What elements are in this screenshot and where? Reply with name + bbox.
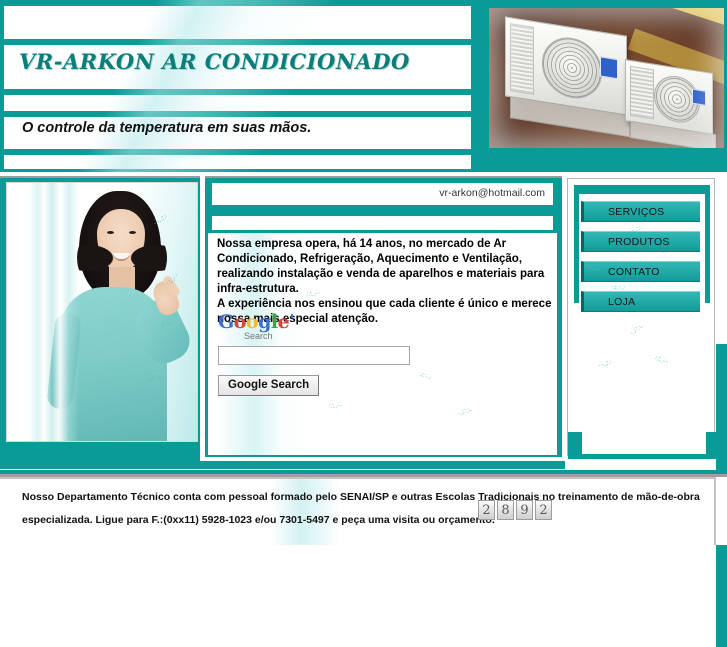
google-logo-l: l: [270, 311, 278, 333]
eye-left: [107, 231, 114, 234]
sparkle-decoration: ∙·˙·∙‥∶∵·: [597, 359, 612, 370]
content-bottom-strip: [0, 461, 565, 469]
google-search-button[interactable]: Google Search: [218, 375, 320, 396]
nav-panel-frame: SERVIÇOS PRODUTOS CONTATO LOJA ∙·˙·∙‥∶∵·…: [567, 178, 718, 459]
sidebar-item-produtos[interactable]: PRODUTOS: [581, 231, 700, 252]
sidebar-item-label: LOJA: [608, 296, 636, 308]
google-logo-o1: o: [233, 311, 247, 333]
google-logo-g2: g: [258, 311, 271, 333]
sidebar-item-label: PRODUTOS: [608, 236, 670, 248]
search-input[interactable]: [218, 346, 410, 365]
center-content-panel: vr-arkon@hotmail.com ∙·˙·∙‥∶∵· ·∵∶‥∙·˙∙·…: [205, 176, 562, 457]
google-logo: Googleˈ: [218, 313, 458, 332]
google-logo-tm: ˈ: [289, 311, 295, 333]
sidebar-item-contato[interactable]: CONTATO: [581, 261, 700, 282]
google-logo-e: e: [277, 311, 290, 333]
sparkle-decoration: ·∵∶‥∙·˙∙·: [653, 355, 669, 366]
about-paragraph-1: Nossa empresa opera, há 14 anos, no merc…: [217, 238, 545, 295]
footer-right-margin: [714, 477, 727, 545]
ac-fins-icon: [630, 65, 654, 120]
nav-frame-left: [574, 185, 579, 303]
banner-stripe-1: [4, 6, 471, 39]
ac-fins-icon: [510, 23, 534, 95]
counter-digit: 9: [516, 500, 533, 520]
sidebar-item-servicos[interactable]: SERVIÇOS: [581, 201, 700, 222]
sparkle-decoration: ∙‥∶·˙∵·∙·: [457, 407, 473, 418]
sidebar-item-loja[interactable]: LOJA: [581, 291, 700, 312]
left-photo-panel: ∙·˙·∙‥∶∵· ·∵∶‥∙·˙∙· ˙·∙∶∵·‥∙ ∙‥∶·˙∵·∙·: [0, 176, 200, 461]
site-banner: VR-ARKON AR CONDICIONADO O controle da t…: [0, 0, 727, 172]
nav-frame-top: [574, 185, 710, 194]
air-conditioner-photo: [489, 8, 724, 148]
footer-text: Nosso Departamento Técnico conta com pes…: [22, 486, 712, 532]
content-band: ∙·˙·∙‥∶∵· ·∵∶‥∙·˙∙· ˙·∙∶∵·‥∙ ∙‥∶·˙∵·∙· v…: [0, 172, 727, 647]
site-tagline: O controle da temperatura em suas mãos.: [22, 120, 312, 136]
visitor-counter: 2 8 9 2: [478, 500, 552, 520]
footer-line-2: especializada. Ligue para F.:(0xx11) 592…: [22, 514, 495, 526]
nav-frame-bottom-inset: [582, 432, 706, 454]
eye-right: [129, 231, 136, 234]
counter-digit: 2: [478, 500, 495, 520]
banner-left-block: VR-ARKON AR CONDICIONADO O controle da t…: [0, 0, 480, 172]
ac-brand-badge: [600, 56, 618, 80]
sparkle-decoration: ∙‥∶·˙∵·∙·: [629, 324, 645, 337]
sidebar-item-label: CONTATO: [608, 266, 660, 278]
google-logo-g1: G: [218, 311, 234, 333]
sparkle-decoration: ·∵∶‥∙·˙∙·: [327, 402, 342, 411]
ac-fan-icon: [542, 33, 602, 103]
right-nav-panel: SERVIÇOS PRODUTOS CONTATO LOJA ∙·˙·∙‥∶∵·…: [565, 176, 727, 464]
ac-brand-badge: [692, 88, 706, 106]
banner-stripe-5: [4, 155, 471, 169]
content-body: ∙·˙·∙‥∶∵· ·∵∶‥∙·˙∙· ˙·∙∶∵·‥∙ ∙‥∶·˙∵·∙· ·…: [208, 233, 557, 455]
banner-photo-frame: [485, 0, 727, 172]
counter-digit: 8: [497, 500, 514, 520]
google-logo-o2: o: [245, 311, 259, 333]
woman-photo: ∙·˙·∙‥∶∵· ·∵∶‥∙·˙∙· ˙·∙∶∵·‥∙ ∙‥∶·˙∵·∙·: [6, 182, 198, 442]
page-root: VR-ARKON AR CONDICIONADO O controle da t…: [0, 0, 727, 647]
google-search-widget: Googleˈ Search Google Search: [218, 313, 458, 396]
nav-frame-right: [705, 185, 710, 303]
page-title: VR-ARKON AR CONDICIONADO: [19, 49, 410, 74]
banner-stripe-3: [4, 95, 471, 111]
panel-spacer: [212, 216, 553, 230]
footer-line-1: Nosso Departamento Técnico conta com pes…: [22, 491, 700, 503]
counter-digit: 2: [535, 500, 552, 520]
page-footer: Nosso Departamento Técnico conta com pes…: [0, 477, 727, 545]
sidebar-item-label: SERVIÇOS: [608, 206, 665, 218]
ac-unit-small: [625, 59, 716, 148]
contact-email[interactable]: vr-arkon@hotmail.com: [439, 187, 545, 199]
email-bar: vr-arkon@hotmail.com: [212, 183, 553, 205]
